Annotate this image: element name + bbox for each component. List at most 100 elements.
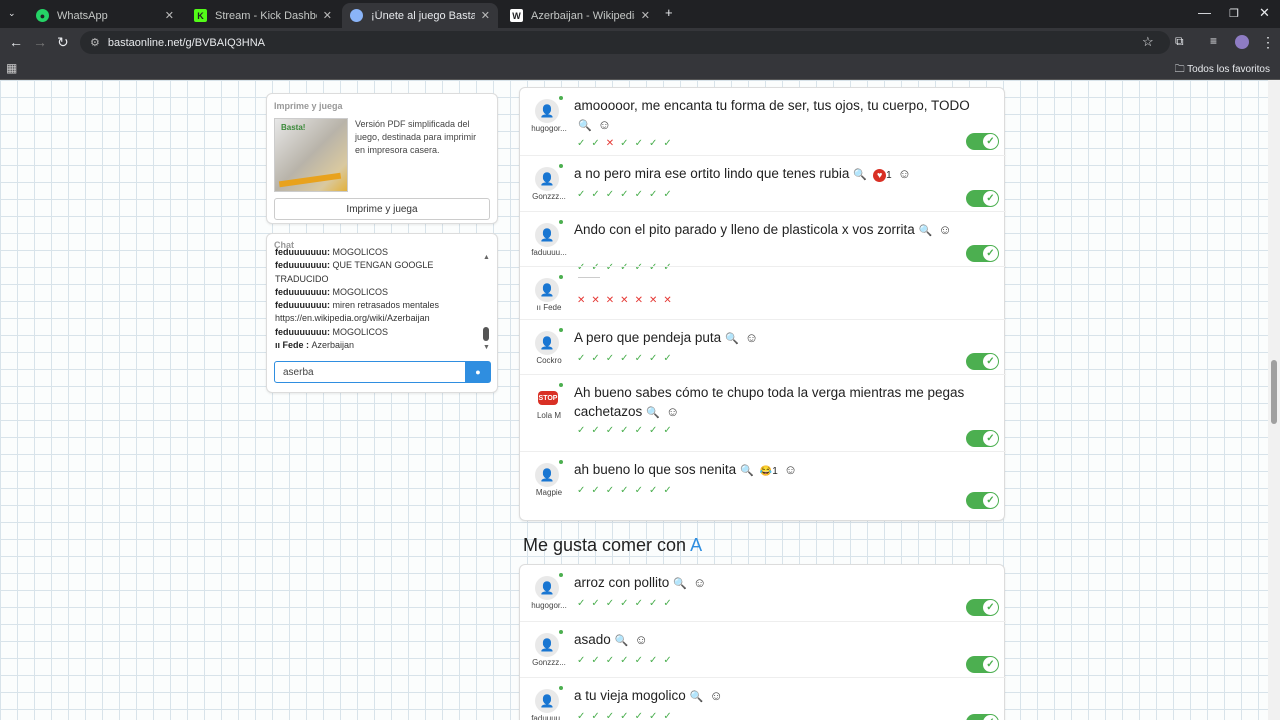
accept-vote-icon[interactable]: ✓ (620, 598, 634, 609)
accept-vote-icon[interactable]: ✓ (591, 711, 605, 720)
tab-search-icon[interactable]: ⌄ (8, 8, 16, 19)
accept-toggle[interactable]: ✓ (966, 714, 999, 720)
accept-vote-icon[interactable]: ✓ (577, 425, 591, 436)
search-icon[interactable]: 🔍 (853, 169, 867, 181)
page-scroll-thumb[interactable] (1271, 360, 1277, 424)
add-reaction-icon[interactable]: ☺ (938, 222, 951, 237)
accept-vote-icon[interactable]: ✓ (635, 425, 649, 436)
reject-vote-icon[interactable]: ✕ (620, 295, 634, 306)
reject-vote-icon[interactable]: ✕ (606, 295, 620, 306)
accept-vote-icon[interactable]: ✓ (577, 353, 591, 364)
accept-vote-icon[interactable]: ✓ (606, 485, 620, 496)
accept-vote-icon[interactable]: ✓ (649, 655, 663, 666)
tab-wikipedia[interactable]: W Azerbaijan - Wikipedia ✕ (502, 3, 658, 28)
accept-toggle[interactable]: ✓ (966, 430, 999, 447)
search-icon[interactable]: 🔍 (919, 225, 933, 237)
accept-vote-icon[interactable]: ✓ (591, 425, 605, 436)
accept-vote-icon[interactable]: ✓ (649, 711, 663, 720)
close-icon[interactable]: ✕ (165, 9, 174, 22)
search-icon[interactable]: 🔍 (646, 407, 660, 419)
accept-vote-icon[interactable]: ✓ (635, 655, 649, 666)
accept-vote-icon[interactable]: ✓ (663, 353, 677, 364)
restore-icon[interactable]: ❐ (1229, 7, 1239, 20)
accept-vote-icon[interactable]: ✓ (620, 711, 634, 720)
accept-vote-icon[interactable]: ✓ (577, 485, 591, 496)
accept-vote-icon[interactable]: ✓ (635, 138, 649, 149)
minimize-icon[interactable]: — (1198, 5, 1211, 20)
accept-vote-icon[interactable]: ✓ (663, 598, 677, 609)
apps-grid-icon[interactable]: ▦ (6, 61, 17, 75)
chat-log[interactable]: feduuuuuuu: MOGOLICOS feduuuuuuu: QUE TEN… (275, 246, 485, 351)
extensions-icon[interactable]: ⧉ (1175, 34, 1184, 49)
reload-icon[interactable]: ↻ (57, 34, 69, 51)
add-reaction-icon[interactable]: ☺ (693, 575, 706, 590)
accept-vote-icon[interactable]: ✓ (620, 138, 634, 149)
accept-toggle[interactable]: ✓ (966, 353, 999, 370)
accept-vote-icon[interactable]: ✓ (649, 485, 663, 496)
accept-vote-icon[interactable]: ✓ (635, 353, 649, 364)
forward-icon[interactable]: → (33, 34, 47, 50)
search-icon[interactable]: 🔍 (725, 333, 739, 345)
accept-vote-icon[interactable]: ✓ (620, 353, 634, 364)
menu-icon[interactable]: ⋮ (1261, 34, 1275, 51)
accept-vote-icon[interactable]: ✓ (577, 138, 591, 149)
reject-vote-icon[interactable]: ✕ (591, 295, 605, 306)
accept-vote-icon[interactable]: ✓ (606, 598, 620, 609)
reaction-count[interactable]: ♥ 1 (873, 169, 892, 182)
accept-vote-icon[interactable]: ✓ (591, 353, 605, 364)
add-reaction-icon[interactable]: ☺ (784, 462, 797, 477)
accept-vote-icon[interactable]: ✓ (649, 353, 663, 364)
all-bookmarks[interactable]: 🗀 Todos los favoritos (1175, 62, 1270, 79)
add-reaction-icon[interactable]: ☺ (635, 632, 648, 647)
close-window-icon[interactable]: ✕ (1259, 5, 1270, 21)
accept-toggle[interactable]: ✓ (966, 492, 999, 509)
profile-avatar[interactable] (1235, 35, 1249, 49)
accept-vote-icon[interactable]: ✓ (663, 711, 677, 720)
accept-vote-icon[interactable]: ✓ (620, 485, 634, 496)
accept-vote-icon[interactable]: ✓ (663, 138, 677, 149)
add-reaction-icon[interactable]: ☺ (598, 117, 611, 132)
search-icon[interactable]: 🔍 (578, 120, 592, 132)
accept-vote-icon[interactable]: ✓ (591, 485, 605, 496)
accept-vote-icon[interactable]: ✓ (591, 138, 605, 149)
accept-toggle[interactable]: ✓ (966, 656, 999, 673)
print-button[interactable]: Imprime y juega (274, 198, 490, 220)
accept-vote-icon[interactable]: ✓ (620, 189, 634, 200)
accept-toggle[interactable]: ✓ (966, 133, 999, 150)
accept-toggle[interactable]: ✓ (966, 190, 999, 207)
accept-vote-icon[interactable]: ✓ (649, 598, 663, 609)
bookmark-star-icon[interactable]: ☆ (1142, 34, 1154, 50)
accept-vote-icon[interactable]: ✓ (591, 655, 605, 666)
chat-input[interactable]: aserba (274, 361, 466, 383)
accept-vote-icon[interactable]: ✓ (635, 711, 649, 720)
search-icon[interactable]: 🔍 (690, 691, 704, 703)
tab-basta[interactable]: ¡Únete al juego Basta! ✕ (342, 3, 498, 28)
media-icon[interactable]: ≡ (1210, 34, 1217, 48)
tab-kick[interactable]: K Stream - Kick Dashboard ✕ (186, 3, 340, 28)
reaction-count[interactable]: 😂1 (760, 466, 778, 477)
accept-vote-icon[interactable]: ✓ (606, 353, 620, 364)
new-tab-icon[interactable]: + (665, 5, 673, 20)
accept-vote-icon[interactable]: ✓ (577, 598, 591, 609)
close-icon[interactable]: ✕ (481, 9, 490, 22)
reject-vote-icon[interactable]: ✕ (635, 295, 649, 306)
chat-send-button[interactable]: ● (465, 361, 491, 383)
scroll-up-icon[interactable]: ▲ (483, 254, 490, 261)
search-icon[interactable]: 🔍 (615, 635, 629, 647)
search-icon[interactable]: 🔍 (673, 578, 687, 590)
accept-vote-icon[interactable]: ✓ (649, 138, 663, 149)
chat-scrollbar[interactable]: ▲ ▼ (483, 254, 490, 354)
accept-vote-icon[interactable]: ✓ (591, 189, 605, 200)
add-reaction-icon[interactable]: ☺ (745, 330, 758, 345)
page-scrollbar[interactable] (1268, 80, 1280, 720)
accept-vote-icon[interactable]: ✓ (606, 189, 620, 200)
add-reaction-icon[interactable]: ☺ (898, 166, 911, 181)
search-icon[interactable]: 🔍 (740, 465, 754, 477)
tab-whatsapp[interactable]: ● WhatsApp ✕ (28, 3, 182, 28)
accept-toggle[interactable]: ✓ (966, 245, 999, 262)
accept-vote-icon[interactable]: ✓ (635, 485, 649, 496)
accept-vote-icon[interactable]: ✓ (649, 189, 663, 200)
add-reaction-icon[interactable]: ☺ (710, 688, 723, 703)
add-reaction-icon[interactable]: ☺ (666, 404, 679, 419)
reject-vote-icon[interactable]: ✕ (606, 138, 620, 149)
